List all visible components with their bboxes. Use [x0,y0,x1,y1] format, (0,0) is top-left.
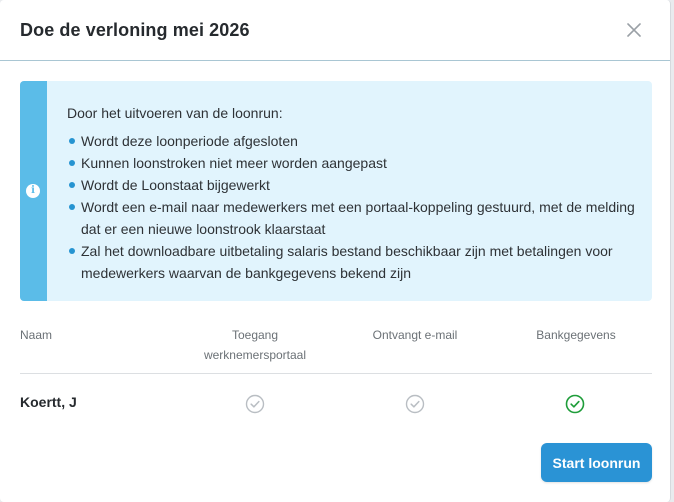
header-bank: Bankgegevens [536,328,616,342]
table-row: Koertt, J [20,384,652,424]
info-intro: Door het uitvoeren van de loonrun: [67,105,283,121]
info-list-item: Wordt de Loonstaat bijgewerkt [67,174,637,196]
header-portal-line1: Toegang [231,328,279,342]
info-list-item: Wordt een e-mail naar medewerkers met ee… [67,196,637,240]
portal-status-icon [245,394,265,414]
info-list: Wordt deze loonperiode afgesloten Kunnen… [67,130,637,284]
header-email: Ontvangt e-mail [372,328,458,342]
close-icon[interactable] [624,20,644,40]
info-box: i Door het uitvoeren van de loonrun: Wor… [20,81,652,301]
header-portal-line2: werknemersportaal [203,348,307,362]
email-status-icon [405,394,425,414]
loonrun-modal: Doe de verloning mei 2026 i Door het uit… [0,0,671,502]
employee-name: Koertt, J [20,394,77,410]
bank-status-check-icon [565,394,585,414]
table-header: Naam Toegang werknemersportaal Ontvangt … [20,325,652,374]
info-list-item: Kunnen loonstroken niet meer worden aang… [67,152,637,174]
info-list-item: Zal het downloadbare uitbetaling salaris… [67,240,637,284]
start-loonrun-button[interactable]: Start loonrun [541,443,652,482]
info-icon-glyph: i [31,185,35,196]
header-name: Naam [20,328,53,342]
header-portal: Toegang werknemersportaal [191,325,319,365]
modal-header: Doe de verloning mei 2026 [0,0,670,61]
info-icon: i [26,184,40,198]
info-list-item: Wordt deze loonperiode afgesloten [67,130,637,152]
modal-title: Doe de verloning mei 2026 [20,19,250,40]
info-content: Door het uitvoeren van de loonrun: Wordt… [67,102,637,284]
